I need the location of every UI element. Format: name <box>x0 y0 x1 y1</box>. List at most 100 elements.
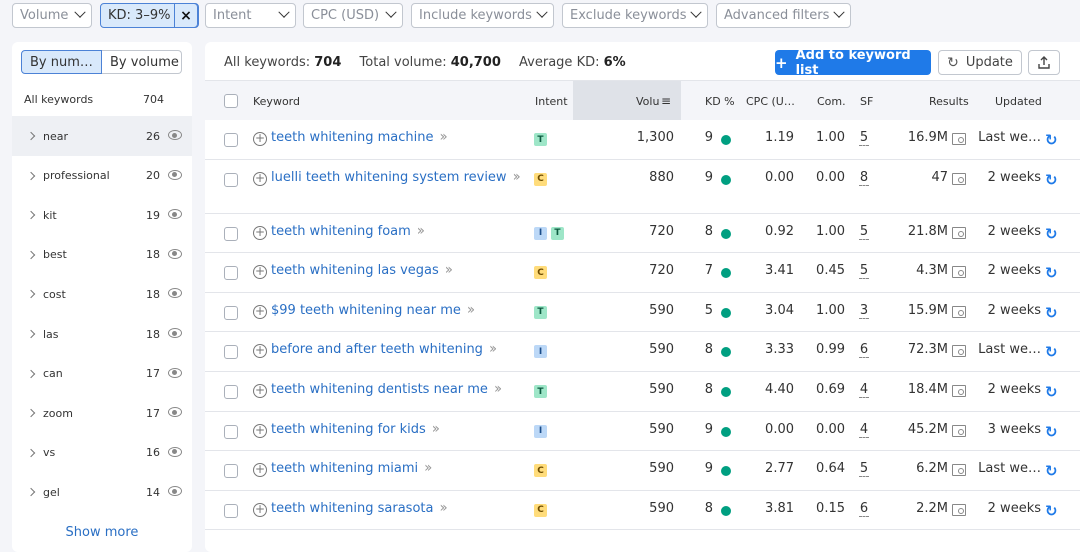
serp-features-link[interactable]: 4 <box>859 382 869 398</box>
column-cpc[interactable]: CPC (U… <box>746 95 795 108</box>
double-chevron-icon[interactable]: ›› <box>489 341 497 357</box>
serp-preview-icon[interactable] <box>952 266 966 279</box>
keyword-link[interactable]: teeth whitening sarasota ›› <box>271 500 521 516</box>
keyword-link[interactable]: teeth whitening miami ›› <box>271 460 521 477</box>
row-checkbox[interactable] <box>224 305 238 320</box>
chevron-right-icon[interactable] <box>26 408 36 418</box>
eye-icon[interactable] <box>168 169 182 180</box>
group-item[interactable]: gel 14 <box>12 472 192 512</box>
by-number-button[interactable]: By num… <box>21 50 102 74</box>
column-kd[interactable]: KD % <box>705 95 735 108</box>
chevron-right-icon[interactable] <box>26 290 36 299</box>
serp-features-link[interactable]: 4 <box>859 422 869 438</box>
serp-preview-icon[interactable] <box>952 133 966 145</box>
keyword-link[interactable]: teeth whitening for kids ›› <box>271 421 521 437</box>
add-circle-icon[interactable]: + <box>253 171 267 186</box>
double-chevron-icon[interactable]: ›› <box>439 500 447 516</box>
refresh-icon[interactable]: ↻ <box>1045 171 1058 189</box>
group-item[interactable]: vs 16 <box>12 433 192 473</box>
serp-preview-icon[interactable] <box>952 503 966 516</box>
add-circle-icon[interactable]: + <box>253 502 267 517</box>
filter-include-keywords[interactable]: Include keywords <box>411 3 554 28</box>
add-circle-icon[interactable]: + <box>253 132 267 146</box>
column-sf[interactable]: SF <box>860 95 873 108</box>
keyword-link[interactable]: teeth whitening las vegas ›› <box>271 263 521 279</box>
serp-features-link[interactable]: 6 <box>859 342 869 359</box>
add-circle-icon[interactable]: + <box>253 304 267 319</box>
refresh-icon[interactable]: ↻ <box>1045 383 1058 401</box>
serp-preview-icon[interactable] <box>952 226 966 239</box>
row-checkbox[interactable] <box>224 464 238 479</box>
refresh-icon[interactable]: ↻ <box>1045 225 1058 243</box>
eye-icon[interactable] <box>168 407 182 418</box>
add-circle-icon[interactable]: + <box>253 384 267 398</box>
serp-features-link[interactable]: 5 <box>859 224 869 240</box>
chevron-right-icon[interactable] <box>26 329 36 339</box>
add-to-keyword-list-button[interactable]: + Add to keyword list <box>775 48 931 78</box>
chevron-right-icon[interactable] <box>26 171 36 180</box>
double-chevron-icon[interactable]: ›› <box>424 460 432 476</box>
keyword-link[interactable]: teeth whitening foam ›› <box>271 223 521 239</box>
eye-icon[interactable] <box>168 248 182 259</box>
double-chevron-icon[interactable]: ›› <box>467 302 475 318</box>
refresh-icon[interactable]: ↻ <box>1045 131 1058 149</box>
serp-features-link[interactable]: 8 <box>859 170 869 186</box>
serp-features-link[interactable]: 6 <box>859 501 869 517</box>
eye-icon[interactable] <box>168 209 182 220</box>
row-checkbox[interactable] <box>224 226 238 241</box>
export-button[interactable] <box>1028 50 1060 75</box>
row-checkbox[interactable] <box>224 345 238 360</box>
column-results[interactable]: Results <box>929 95 969 108</box>
double-chevron-icon[interactable]: ›› <box>417 223 425 239</box>
serp-preview-icon[interactable] <box>952 172 966 185</box>
refresh-icon[interactable]: ↻ <box>1045 304 1058 322</box>
serp-features-link[interactable]: 3 <box>859 303 869 319</box>
serp-features-link[interactable]: 5 <box>859 130 869 146</box>
double-chevron-icon[interactable]: ›› <box>494 381 502 397</box>
add-circle-icon[interactable]: + <box>253 265 267 280</box>
eye-icon[interactable] <box>168 130 182 140</box>
eye-icon[interactable] <box>168 328 182 338</box>
group-item[interactable]: zoom 17 <box>12 393 192 433</box>
double-chevron-icon[interactable]: ›› <box>513 169 521 185</box>
eye-icon[interactable] <box>168 486 182 497</box>
refresh-icon[interactable]: ↻ <box>1045 502 1058 520</box>
column-volume[interactable]: Volu ≡ <box>573 81 681 120</box>
by-volume-button[interactable]: By volume <box>102 50 182 74</box>
serp-preview-icon[interactable] <box>952 305 966 318</box>
chevron-right-icon[interactable] <box>26 448 36 458</box>
group-item[interactable]: cost 18 <box>12 274 192 314</box>
keyword-link[interactable]: $99 teeth whitening near me ›› <box>271 302 521 318</box>
keyword-link[interactable]: teeth whitening dentists near me ›› <box>271 381 521 398</box>
chevron-right-icon[interactable] <box>26 131 36 141</box>
serp-features-link[interactable]: 5 <box>859 461 869 478</box>
show-more-link[interactable]: Show more <box>12 525 192 540</box>
chevron-right-icon[interactable] <box>26 250 36 260</box>
group-item[interactable]: professional 20 <box>12 156 192 196</box>
column-intent[interactable]: Intent <box>535 95 568 108</box>
chevron-right-icon[interactable] <box>26 369 36 378</box>
filter-kd[interactable]: KD: 3–9% × <box>100 3 199 28</box>
row-checkbox[interactable] <box>224 172 238 187</box>
all-keywords-row[interactable]: All keywords 704 <box>24 93 164 106</box>
filter-advanced[interactable]: Advanced filters <box>716 3 851 28</box>
eye-icon[interactable] <box>168 367 182 378</box>
eye-icon[interactable] <box>168 446 182 457</box>
filter-cpc[interactable]: CPC (USD) <box>303 3 403 28</box>
double-chevron-icon[interactable]: ›› <box>432 421 440 437</box>
filter-intent[interactable]: Intent <box>205 3 296 28</box>
row-checkbox[interactable] <box>224 503 238 518</box>
keyword-link[interactable]: before and after teeth whitening ›› <box>271 341 521 358</box>
serp-features-link[interactable]: 5 <box>859 263 869 280</box>
add-circle-icon[interactable]: + <box>253 344 267 359</box>
refresh-icon[interactable]: ↻ <box>1045 343 1058 361</box>
refresh-icon[interactable]: ↻ <box>1045 423 1058 441</box>
keyword-link[interactable]: teeth whitening machine ›› <box>271 130 521 146</box>
add-circle-icon[interactable]: + <box>253 225 267 240</box>
serp-preview-icon[interactable] <box>952 424 966 437</box>
add-circle-icon[interactable]: + <box>253 463 267 478</box>
column-com[interactable]: Com. <box>817 95 846 108</box>
filter-exclude-keywords[interactable]: Exclude keywords <box>562 3 708 28</box>
chevron-right-icon[interactable] <box>26 488 36 497</box>
eye-icon[interactable] <box>168 288 182 299</box>
